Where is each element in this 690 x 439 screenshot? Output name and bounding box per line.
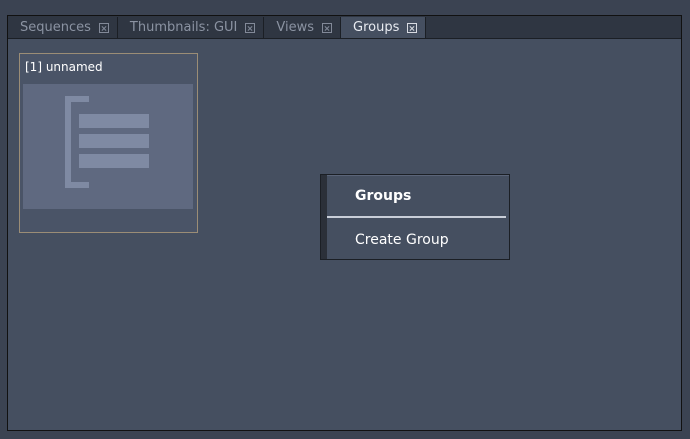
close-icon[interactable] [245, 22, 256, 33]
group-thumbnail[interactable] [23, 84, 193, 209]
close-icon[interactable] [322, 22, 333, 33]
tab-sequences-label: Sequences [20, 20, 91, 35]
groups-panel: Sequences Thumbnails: GUI Views Groups [… [7, 15, 682, 431]
group-list-icon [65, 96, 149, 188]
tab-views-label: Views [276, 20, 315, 35]
tab-sequences[interactable]: Sequences [8, 17, 118, 38]
tab-bar: Sequences Thumbnails: GUI Views Groups [8, 16, 681, 39]
close-icon[interactable] [407, 22, 418, 33]
group-card[interactable]: [1] unnamed [19, 53, 198, 233]
tab-groups[interactable]: Groups [341, 17, 427, 38]
tab-views[interactable]: Views [264, 17, 342, 38]
tab-thumbnails-gui[interactable]: Thumbnails: GUI [118, 17, 265, 38]
create-group-menu-item[interactable]: Create Group [355, 232, 449, 248]
menu-title: Groups [355, 188, 412, 204]
tab-groups-label: Groups [353, 20, 400, 35]
close-icon[interactable] [98, 22, 109, 33]
group-card-label: [1] unnamed [25, 60, 103, 74]
groups-context-menu: Groups Create Group [320, 174, 510, 260]
menu-separator [327, 216, 506, 218]
tab-thumbnails-gui-label: Thumbnails: GUI [129, 20, 238, 35]
